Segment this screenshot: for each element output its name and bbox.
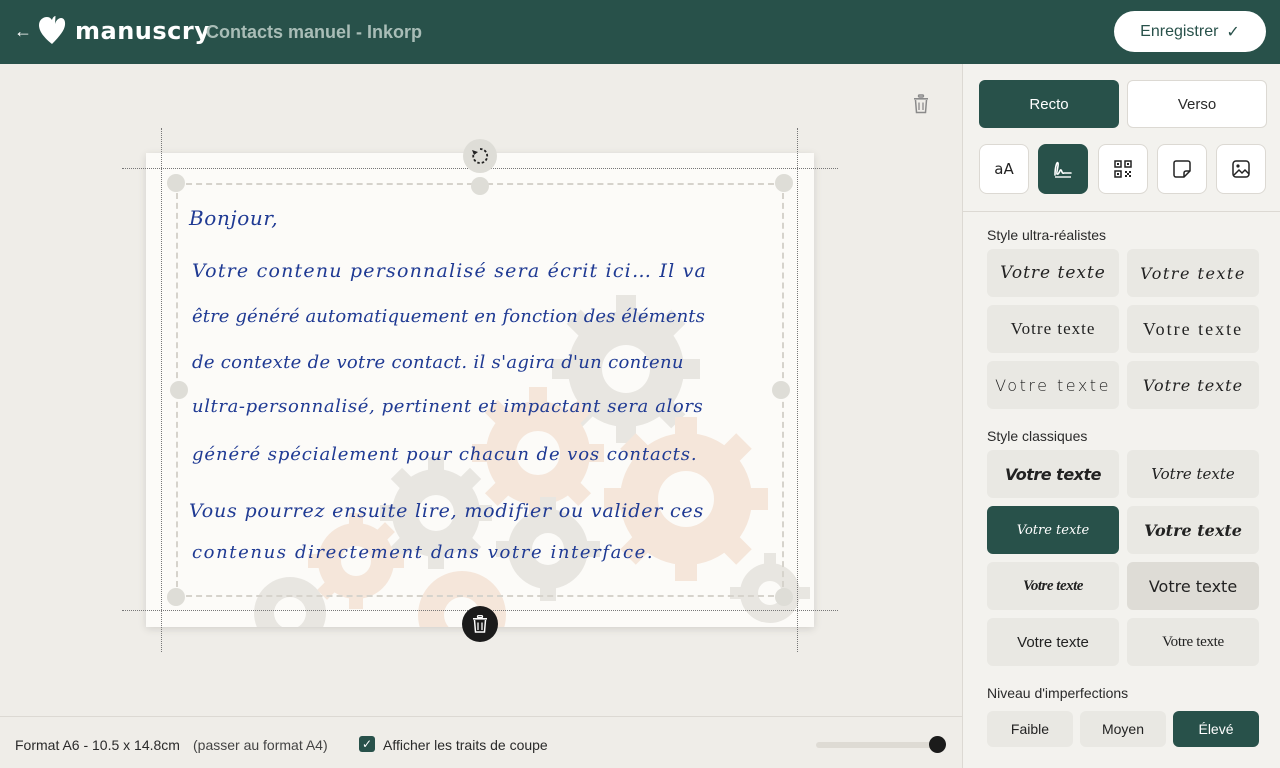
- rotate-handle[interactable]: [463, 139, 497, 173]
- show-cut-lines-label[interactable]: Afficher les traits de coupe: [383, 737, 548, 753]
- image-icon: [1232, 160, 1250, 178]
- resize-handle-middle-right[interactable]: [772, 381, 790, 399]
- ultra-style-option[interactable]: Votre texte: [1127, 361, 1259, 409]
- imperfection-moyen-button[interactable]: Moyen: [1080, 711, 1166, 747]
- handwritten-line: Votre contenu personnalisé sera écrit ic…: [192, 260, 708, 282]
- ultra-realistic-section-title: Style ultra-réalistes: [987, 227, 1107, 243]
- handwritten-greeting: Bonjour,: [189, 206, 279, 230]
- signature-tool-button[interactable]: [1038, 144, 1088, 194]
- qr-code-tool-button[interactable]: [1098, 144, 1148, 194]
- back-arrow-icon[interactable]: ←: [12, 20, 34, 42]
- signature-icon: [1054, 161, 1072, 178]
- classic-style-option[interactable]: Votre texte: [987, 618, 1119, 666]
- resize-handle-middle-left[interactable]: [170, 381, 188, 399]
- sticky-note-icon: [1173, 160, 1191, 178]
- classic-style-option[interactable]: Votre texte: [987, 562, 1119, 610]
- resize-handle-top-right[interactable]: [775, 174, 793, 192]
- tab-recto[interactable]: Recto: [979, 80, 1119, 128]
- style-panel: Recto Verso aA Style ultra-réalistes Vot…: [962, 64, 1280, 768]
- resize-handle-top-center[interactable]: [471, 177, 489, 195]
- show-cut-lines-checkbox[interactable]: ✓: [359, 736, 375, 752]
- classic-style-option-selected[interactable]: Votre texte: [987, 506, 1119, 554]
- classic-style-option[interactable]: Votre texte: [987, 450, 1119, 498]
- handwritten-line: ultra-personnalisé, pertinent et impacta…: [192, 396, 704, 417]
- ultra-style-option[interactable]: Votre texte: [987, 361, 1119, 409]
- imperfection-section-title: Niveau d'imperfections: [987, 685, 1129, 701]
- handwritten-line: généré spécialement pour chacun de vos c…: [192, 444, 698, 465]
- tab-verso[interactable]: Verso: [1127, 80, 1267, 128]
- top-bar: ← manuscry Contacts manuel - Inkorp Enre…: [0, 0, 1280, 64]
- handwritten-line: Vous pourrez ensuite lire, modifier ou v…: [189, 500, 705, 522]
- ultra-style-option[interactable]: Votre texte: [1127, 249, 1259, 297]
- classic-style-option[interactable]: Votre texte: [1127, 562, 1259, 610]
- brand-name[interactable]: manuscry: [75, 17, 210, 45]
- qr-code-icon: [1114, 160, 1132, 178]
- delete-text-block-button[interactable]: [462, 606, 498, 642]
- delete-card-trash-icon[interactable]: [912, 94, 930, 114]
- imperfection-faible-button[interactable]: Faible: [987, 711, 1073, 747]
- image-tool-button[interactable]: [1216, 144, 1266, 194]
- panel-toolbar: Recto Verso aA: [963, 64, 1280, 212]
- handwritten-line: de contexte de votre contact. il s'agira…: [192, 352, 684, 373]
- format-label: Format A6 - 10.5 x 14.8cm: [15, 737, 180, 753]
- rotate-icon: [472, 148, 489, 164]
- save-button-label: Enregistrer: [1140, 22, 1219, 40]
- zoom-slider-thumb[interactable]: [929, 736, 946, 753]
- handwritten-line: être généré automatiquement en fonction …: [192, 306, 705, 327]
- document-title: Contacts manuel - Inkorp: [206, 22, 423, 42]
- ultra-style-option[interactable]: Votre texte: [987, 305, 1119, 353]
- handwritten-line: contenus directement dans votre interfac…: [192, 542, 655, 563]
- trash-icon: [473, 615, 487, 633]
- classic-section-title: Style classiques: [987, 428, 1088, 444]
- classic-style-option[interactable]: Votre texte: [1127, 506, 1259, 554]
- text-size-icon: aA: [994, 160, 1014, 178]
- zoom-slider-track[interactable]: [816, 742, 936, 748]
- logo-heart-icon: [39, 16, 66, 44]
- bottom-toolbar: Format A6 - 10.5 x 14.8cm (passer au for…: [0, 716, 962, 768]
- cut-line-left: [161, 128, 162, 652]
- classic-style-option[interactable]: Votre texte: [1127, 618, 1259, 666]
- save-button[interactable]: Enregistrer ✓: [1114, 11, 1266, 52]
- resize-handle-bottom-right[interactable]: [775, 588, 793, 606]
- switch-format-link[interactable]: (passer au format A4): [193, 737, 328, 753]
- classic-style-option[interactable]: Votre texte: [1127, 450, 1259, 498]
- text-block-frame[interactable]: [176, 183, 784, 597]
- imperfection-eleve-button[interactable]: Élevé: [1173, 711, 1259, 747]
- sticky-note-tool-button[interactable]: [1157, 144, 1207, 194]
- resize-handle-bottom-left[interactable]: [167, 588, 185, 606]
- ultra-style-option[interactable]: Votre texte: [1127, 305, 1259, 353]
- check-icon: ✓: [1226, 23, 1240, 41]
- ultra-style-option[interactable]: Votre texte: [987, 249, 1119, 297]
- text-size-tool-button[interactable]: aA: [979, 144, 1029, 194]
- resize-handle-top-left[interactable]: [167, 174, 185, 192]
- cut-line-right: [797, 128, 798, 652]
